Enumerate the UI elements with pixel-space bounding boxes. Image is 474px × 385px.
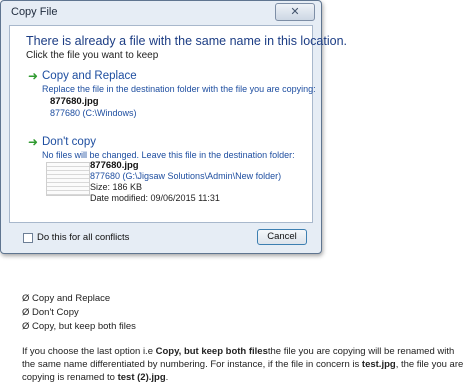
all-conflicts-label: Do this for all conflicts (37, 232, 130, 243)
explanation-line-2: the same name differentiated by numberin… (22, 359, 464, 370)
dont-copy-option[interactable]: Don't copy (42, 136, 96, 148)
close-button[interactable]: ✕ (275, 3, 315, 21)
dialog-content: There is already a file with the same na… (9, 25, 347, 223)
source-file-name: 877680.jpg (50, 96, 99, 107)
copy-and-replace-option[interactable]: Copy and Replace (42, 70, 137, 82)
explanation-line-1: If you choose the last option i.e Copy, … (22, 346, 455, 357)
list-item: Ø Don't Copy (22, 307, 79, 318)
destination-file-date: Date modified: 09/06/2015 11:31 (90, 193, 220, 203)
dont-copy-description: No files will be changed. Leave this fil… (42, 150, 295, 160)
close-icon: ✕ (290, 6, 300, 18)
dialog-title: Copy File (11, 6, 58, 18)
explanation-line-3: copying is renamed to test (2).jpg. (22, 372, 169, 383)
list-item: Ø Copy and Replace (22, 293, 111, 304)
copy-and-replace-description: Replace the file in the destination fold… (42, 84, 316, 94)
all-conflicts-checkbox[interactable] (23, 233, 33, 243)
cancel-button[interactable]: Cancel (257, 229, 307, 245)
copy-file-dialog: Copy File ✕ There is already a file with… (0, 0, 347, 254)
conflict-subheading: Click the file you want to keep (26, 50, 159, 61)
conflict-heading: There is already a file with the same na… (26, 34, 347, 48)
source-file-path: 877680 (C:\Windows) (50, 108, 137, 118)
destination-file-name: 877680.jpg (90, 160, 139, 171)
green-arrow-icon: ➜ (28, 135, 39, 149)
destination-file-size: Size: 186 KB (90, 182, 143, 192)
green-arrow-icon: ➜ (28, 69, 39, 83)
destination-file-path: 877680 (G:\Jigsaw Solutions\Admin\New fo… (90, 171, 282, 181)
file-thumbnail (46, 162, 90, 196)
list-item: Ø Copy, but keep both files (22, 321, 136, 332)
dialog-titlebar[interactable]: Copy File ✕ (1, 1, 321, 25)
